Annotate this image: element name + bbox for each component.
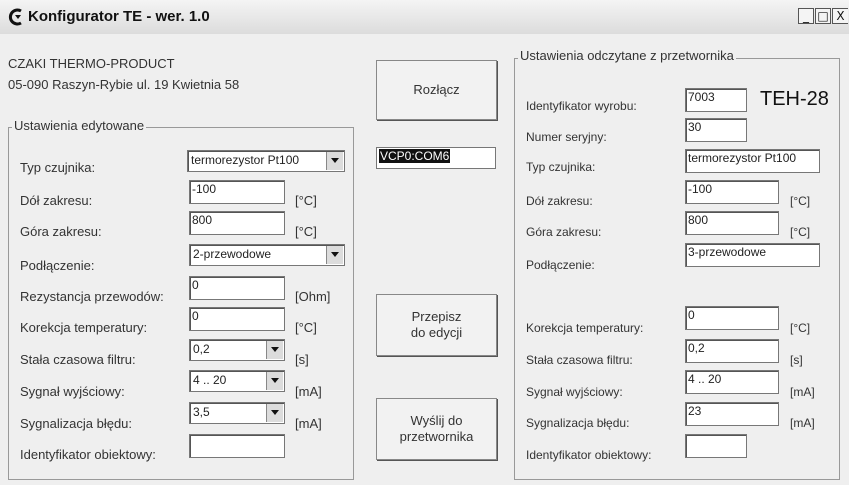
minimize-button[interactable]: _ xyxy=(798,8,814,24)
model-name: TEH-28 xyxy=(760,88,829,110)
edit-filter-value: 0,2 xyxy=(193,342,210,356)
read-connection-label: Podłączenie: xyxy=(526,258,595,272)
edit-object-id-input[interactable] xyxy=(189,434,285,458)
read-range-low-label: Dół zakresu: xyxy=(526,194,593,208)
edit-connection-select[interactable]: 2-przewodowe xyxy=(189,244,345,266)
edit-range-low-unit: [°C] xyxy=(295,193,317,208)
read-product-id-label: Identyfikator wyrobu: xyxy=(526,99,637,113)
edit-filter-select[interactable]: 0,2 xyxy=(189,339,285,361)
edit-settings-title: Ustawienia edytowane xyxy=(12,118,147,133)
edit-temp-corr-label: Korekcja temperatury: xyxy=(20,320,148,335)
read-object-id-label: Identyfikator obiektowy: xyxy=(526,448,652,462)
edit-output-select[interactable]: 4 .. 20 xyxy=(189,370,285,392)
read-error-label: Sygnalizacja błędu: xyxy=(526,416,630,430)
edit-connection-value: 2-przewodowe xyxy=(193,247,272,261)
edit-wire-res-unit: [Ohm] xyxy=(295,289,331,304)
chevron-down-icon[interactable] xyxy=(266,341,283,359)
edit-range-low-label: Dół zakresu: xyxy=(20,193,93,208)
read-output-field: 4 .. 20 xyxy=(685,370,779,394)
read-sensor-type-field: termorezystor Pt100 xyxy=(685,149,820,173)
read-filter-label: Stała czasowa filtru: xyxy=(526,353,633,367)
port-value: VCP0:COM6 xyxy=(379,149,451,163)
chevron-down-icon[interactable] xyxy=(266,404,283,422)
edit-range-high-label: Góra zakresu: xyxy=(20,224,102,239)
read-filter-unit: [s] xyxy=(790,353,803,367)
close-button[interactable]: X xyxy=(832,8,848,24)
chevron-down-icon[interactable] xyxy=(266,372,283,390)
edit-temp-corr-input[interactable]: 0 xyxy=(189,307,285,331)
edit-range-low-input[interactable]: -100 xyxy=(189,180,285,204)
read-serial-field: 30 xyxy=(685,118,747,142)
app-window: Konfigurator TE - wer. 1.0 _ □ X CZAKI T… xyxy=(0,0,849,485)
edit-error-value: 3,5 xyxy=(193,405,210,419)
send-to-transmitter-button[interactable]: Wyślij do przetwornika xyxy=(376,398,497,460)
company-name: CZAKI THERMO-PRODUCT xyxy=(8,56,175,71)
edit-sensor-type-label: Typ czujnika: xyxy=(20,160,96,175)
read-error-field: 23 xyxy=(685,402,779,426)
chevron-down-icon[interactable] xyxy=(326,246,343,264)
read-object-id-field xyxy=(685,434,747,458)
read-temp-corr-unit: [°C] xyxy=(790,321,811,335)
read-serial-label: Numer seryjny: xyxy=(526,130,607,144)
read-product-id-field: 7003 xyxy=(685,88,747,112)
read-range-high-label: Góra zakresu: xyxy=(526,225,602,239)
edit-output-value: 4 .. 20 xyxy=(193,373,227,387)
read-error-unit: [mA] xyxy=(790,416,815,430)
edit-temp-corr-unit: [°C] xyxy=(295,320,317,335)
app-icon xyxy=(8,8,22,26)
edit-sensor-type-select[interactable]: termorezystor Pt100 xyxy=(187,150,345,172)
edit-wire-res-input[interactable]: 0 xyxy=(189,276,285,300)
edit-range-high-input[interactable]: 800 xyxy=(189,211,285,235)
edit-output-label: Sygnał wyjściowy: xyxy=(20,384,125,399)
disconnect-button[interactable]: Rozłącz xyxy=(376,60,497,120)
read-filter-field: 0,2 xyxy=(685,339,779,363)
edit-connection-label: Podłączenie: xyxy=(20,258,95,273)
edit-error-unit: [mA] xyxy=(295,416,322,431)
read-output-label: Sygnał wyjściowy: xyxy=(526,385,623,399)
edit-sensor-type-value: termorezystor Pt100 xyxy=(191,153,300,167)
read-connection-field: 3-przewodowe xyxy=(685,243,820,267)
edit-range-high-unit: [°C] xyxy=(295,224,317,239)
read-settings-title: Ustawienia odczytane z przetwornika xyxy=(518,48,736,63)
read-range-high-field: 800 xyxy=(685,211,779,235)
edit-filter-label: Stała czasowa filtru: xyxy=(20,352,136,367)
read-temp-corr-field: 0 xyxy=(685,306,779,330)
edit-error-select[interactable]: 3,5 xyxy=(189,402,285,424)
edit-output-unit: [mA] xyxy=(295,384,322,399)
chevron-down-icon[interactable] xyxy=(326,152,343,170)
read-range-low-unit: [°C] xyxy=(790,194,811,208)
port-field[interactable]: VCP0:COM6 xyxy=(376,147,496,169)
edit-error-label: Sygnalizacja błędu: xyxy=(20,416,133,431)
company-address: 05-090 Raszyn-Rybie ul. 19 Kwietnia 58 xyxy=(8,77,240,92)
edit-object-id-label: Identyfikator obiektowy: xyxy=(20,447,156,462)
copy-to-edit-button[interactable]: Przepisz do edycji xyxy=(376,294,497,356)
edit-filter-unit: [s] xyxy=(295,352,309,367)
window-title: Konfigurator TE - wer. 1.0 xyxy=(28,8,210,25)
read-output-unit: [mA] xyxy=(790,385,815,399)
read-temp-corr-label: Korekcja temperatury: xyxy=(526,321,644,335)
edit-wire-res-label: Rezystancja przewodów: xyxy=(20,289,164,304)
read-range-high-unit: [°C] xyxy=(790,225,811,239)
read-range-low-field: -100 xyxy=(685,180,779,204)
maximize-button[interactable]: □ xyxy=(815,8,831,24)
read-sensor-type-label: Typ czujnika: xyxy=(526,160,596,174)
title-bar[interactable]: Konfigurator TE - wer. 1.0 _ □ X xyxy=(0,0,849,34)
